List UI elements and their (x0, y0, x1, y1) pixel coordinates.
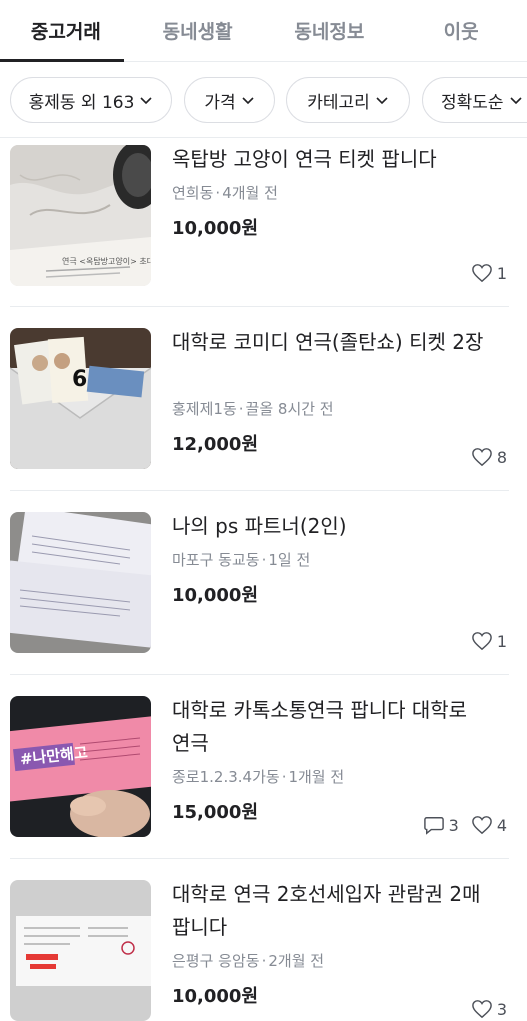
product-time: 1일 전 (268, 551, 311, 569)
heart-icon (471, 816, 492, 835)
product-meta: 은평구 응암동 · 2개월 전 (172, 950, 324, 971)
product-thumbnail[interactable]: 6 (10, 328, 151, 469)
filter-location-label: 홍제동 외 163 (28, 92, 135, 113)
product-price: 10,000원 (172, 218, 259, 239)
svg-text:6: 6 (72, 367, 87, 392)
heart-icon (471, 1000, 492, 1019)
product-title: 대학로 코미디 연극(졸탄쇼) 티켓 2장 (172, 330, 484, 354)
tab-neighbors[interactable]: 이웃 (395, 0, 527, 61)
product-title: 대학로 카톡소통연극 팝니다 대학로 연극 (172, 698, 468, 755)
list-item[interactable]: 6 대학로 코미디 연극(졸탄쇼) 티켓 2장 홍제제1동 · 끌올 8시간 전 1… (0, 307, 527, 491)
product-time: 1개월 전 (288, 768, 345, 786)
product-meta: 홍제제1동 · 끌올 8시간 전 (172, 398, 334, 419)
like-count: 8 (471, 447, 507, 467)
heart-icon (471, 632, 492, 651)
filter-sort-label: 정확도순 (441, 92, 504, 113)
product-thumbnail[interactable]: #나만해고 (10, 696, 151, 837)
filter-category-label: 카테고리 (307, 92, 370, 113)
product-meta: 종로1.2.3.4가동 · 1개월 전 (172, 766, 344, 787)
product-price: 12,000원 (172, 434, 259, 455)
like-count: 4 (471, 815, 507, 835)
product-meta: 연희동 · 4개월 전 (172, 182, 278, 203)
filter-location-chip[interactable]: 홍제동 외 163 (10, 77, 172, 123)
product-location: 종로1.2.3.4가동 (172, 768, 280, 786)
meta-separator: · (215, 184, 221, 202)
filter-category-chip[interactable]: 카테고리 (286, 77, 410, 123)
like-count: 1 (471, 631, 507, 651)
product-location: 연희동 (172, 184, 214, 202)
like-count-value: 8 (496, 447, 507, 467)
product-stats: 1 (459, 631, 507, 651)
chevron-down-icon (242, 97, 254, 105)
meta-separator: · (261, 551, 267, 569)
list-item[interactable]: 연극 <옥탑방고양이> 초대권 옥탑방 고양이 연극 티켓 팝니다 연희동·4개… (0, 139, 527, 307)
filter-bar: 홍제동 외 163 가격 카테고리 정확도순 (0, 62, 527, 138)
product-title: 대학로 연극 2호선세입자 관람권 2매 팝니다 (172, 882, 481, 939)
chat-count: 3 (423, 815, 459, 835)
product-stats: 1 (459, 263, 507, 283)
ticket-text: 연극 <옥탑방고양이> 초대권 (62, 256, 151, 266)
heart-icon (471, 264, 492, 283)
list-item[interactable]: 나의 ps 파트너(2인) 마포구 동교동 · 1일 전 10,000원 1 (0, 491, 527, 675)
product-thumbnail[interactable] (10, 880, 151, 1021)
chevron-down-icon (376, 97, 388, 105)
product-thumbnail[interactable]: 연극 <옥탑방고양이> 초대권 (10, 145, 151, 286)
product-time: 끌올 8시간 전 (245, 400, 334, 418)
chat-bubble-icon (423, 817, 444, 835)
chat-count-value: 3 (448, 815, 459, 835)
meta-separator: · (238, 400, 244, 418)
product-price: 10,000원 (172, 585, 259, 606)
product-price: 10,000원 (172, 986, 259, 1007)
chevron-down-icon (140, 97, 152, 105)
product-thumbnail[interactable] (10, 512, 151, 653)
like-count-value: 4 (496, 815, 507, 835)
tab-neighborhood-info[interactable]: 동네정보 (264, 0, 396, 61)
product-title: 나의 ps 파트너(2인) (172, 514, 347, 538)
meta-separator: · (281, 768, 287, 786)
product-price: 15,000원 (172, 802, 259, 823)
like-count-value: 1 (496, 263, 507, 283)
meta-separator: · (261, 952, 267, 970)
filter-price-chip[interactable]: 가격 (184, 77, 275, 123)
product-stats: 3 4 (411, 815, 507, 835)
top-tab-bar: 중고거래 동네생활 동네정보 이웃 (0, 0, 527, 62)
product-stats: 3 (459, 999, 507, 1019)
chevron-down-icon (509, 97, 522, 105)
product-stats: 8 (459, 447, 507, 467)
like-count-value: 1 (496, 631, 507, 651)
filter-sort-chip[interactable]: 정확도순 (422, 77, 527, 123)
like-count: 3 (471, 999, 507, 1019)
product-location: 마포구 동교동 (172, 551, 260, 569)
product-location: 은평구 응암동 (172, 952, 260, 970)
product-location: 홍제제1동 (172, 400, 237, 418)
like-count: 1 (471, 263, 507, 283)
product-time: 4개월 전 (222, 184, 278, 202)
filter-price-label: 가격 (204, 92, 236, 113)
list-item[interactable]: 대학로 연극 2호선세입자 관람권 2매 팝니다 은평구 응암동 · 2개월 전 1… (0, 859, 527, 1021)
product-time: 2개월 전 (268, 952, 325, 970)
tab-neighborhood-life[interactable]: 동네생활 (132, 0, 264, 61)
like-count-value: 3 (496, 999, 507, 1019)
product-meta: 마포구 동교동 · 1일 전 (172, 549, 310, 570)
product-title: 옥탑방 고양이 연극 티켓 팝니다 (172, 147, 437, 171)
tab-used-trade[interactable]: 중고거래 (0, 0, 132, 62)
list-item[interactable]: #나만해고 대학로 카톡소통연극 팝니다 대학로 연극 종로1.2.3.4가동 ·… (0, 675, 527, 859)
heart-icon (471, 448, 492, 467)
